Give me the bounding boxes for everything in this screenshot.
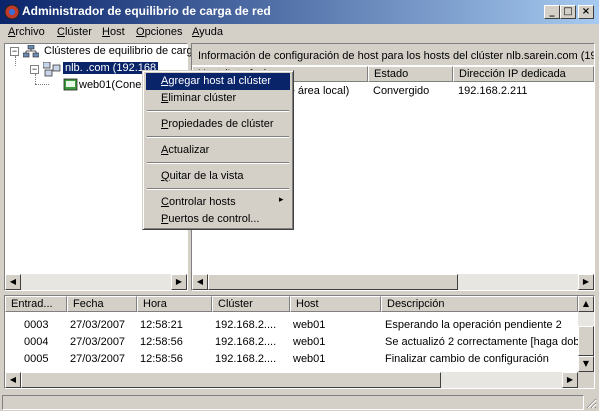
collapse-icon[interactable]: − (10, 47, 19, 56)
scroll-left-icon[interactable]: ◀ (5, 274, 21, 290)
tree-hscrollbar[interactable]: ◀ ▶ (5, 274, 187, 290)
tree-line (35, 84, 49, 85)
log-description: Finalizar cambio de configuración (385, 353, 549, 365)
log-date: 27/03/2007 (70, 336, 126, 348)
menu-item-controlar-hosts[interactable]: Controlar hosts (146, 194, 290, 211)
log-row[interactable]: 0003 27/03/2007 12:58:21 192.168.2.... w… (5, 318, 578, 334)
submenu-arrow-icon: ▸ (279, 195, 284, 205)
menu-separator (147, 162, 289, 164)
log-host: web01 (293, 319, 326, 331)
resize-grip-icon[interactable] (585, 397, 597, 409)
log-time: 12:58:56 (140, 353, 183, 365)
log-host: web01 (293, 336, 326, 348)
column-hora[interactable]: Hora (137, 296, 212, 312)
column-ip-dedicada[interactable]: Dirección IP dedicada (453, 66, 594, 82)
log-entry: 0005 (24, 353, 49, 365)
scroll-left-icon[interactable]: ◀ (5, 372, 21, 388)
log-entry: 0004 (24, 336, 49, 348)
app-icon (4, 4, 20, 20)
scroll-right-icon[interactable]: ▶ (562, 372, 578, 388)
scroll-down-icon[interactable]: ▼ (578, 356, 594, 372)
menu-separator (147, 136, 289, 138)
menu-item-quitar-vista[interactable]: Quitar de la vista (146, 168, 290, 185)
log-row[interactable]: 0004 27/03/2007 12:58:56 192.168.2.... w… (5, 335, 578, 351)
scroll-corner (578, 372, 594, 388)
log-header: Entrad... Fecha Hora Clúster Host Descri… (5, 296, 578, 312)
status-cell (2, 395, 584, 410)
column-fecha[interactable]: Fecha (67, 296, 137, 312)
log-vscrollbar[interactable]: ▲ ▼ (578, 296, 594, 372)
menu-host[interactable]: Host (102, 26, 125, 38)
host-info-title: Información de configuración de host par… (198, 50, 594, 62)
menu-item-puertos-control[interactable]: Puertos de control... (146, 211, 290, 228)
column-cluster[interactable]: Clúster (212, 296, 290, 312)
tree-root-label[interactable]: Clústeres de equilibrio de carga (44, 45, 199, 57)
log-entry: 0003 (24, 319, 49, 331)
menu-bar: Archivo Clúster Host Opciones Ayuda (0, 24, 599, 41)
log-hscrollbar[interactable]: ◀ ▶ (5, 372, 578, 388)
host-hscrollbar[interactable]: ◀ ▶ (192, 274, 594, 290)
log-pane: Entrad... Fecha Hora Clúster Host Descri… (4, 295, 595, 389)
menu-item-agregar-host[interactable]: Agregar host al clúster (146, 73, 290, 90)
row-ip: 192.168.2.211 (458, 85, 528, 97)
log-row[interactable]: 0005 27/03/2007 12:58:56 192.168.2.... w… (5, 352, 578, 368)
menu-separator (147, 188, 289, 190)
column-entrada[interactable]: Entrad... (5, 296, 67, 312)
close-button[interactable]: × (578, 5, 594, 19)
log-cluster: 192.168.2.... (215, 353, 277, 365)
tree-line (35, 74, 36, 84)
tree-line (15, 56, 16, 66)
scroll-left-icon[interactable]: ◀ (192, 274, 208, 290)
log-date: 27/03/2007 (70, 353, 126, 365)
window-title: Administrador de equilibrio de carga de … (22, 4, 271, 18)
scroll-right-icon[interactable]: ▶ (578, 274, 594, 290)
menu-item-eliminar-cluster[interactable]: Eliminar clúster (146, 90, 290, 107)
collapse-icon[interactable]: − (30, 65, 39, 74)
column-estado[interactable]: Estado (368, 66, 453, 82)
maximize-button[interactable]: □ (560, 5, 576, 19)
cluster-icon (43, 62, 61, 77)
menu-item-propiedades[interactable]: Propiedades de clúster (146, 116, 290, 133)
log-date: 27/03/2007 (70, 319, 126, 331)
title-bar[interactable]: Administrador de equilibrio de carga de … (0, 0, 599, 24)
status-bar (0, 393, 599, 411)
menu-ayuda[interactable]: Ayuda (192, 26, 223, 38)
menu-cluster[interactable]: Clúster (57, 26, 92, 38)
scroll-right-icon[interactable]: ▶ (171, 274, 187, 290)
log-cluster: 192.168.2.... (215, 336, 277, 348)
scroll-up-icon[interactable]: ▲ (578, 296, 594, 312)
menu-archivo[interactable]: Archivo (8, 26, 45, 38)
host-icon (63, 78, 78, 91)
log-description: Esperando la operación pendiente 2 (385, 319, 562, 331)
column-descripcion[interactable]: Descripción (381, 296, 578, 312)
log-host: web01 (293, 353, 326, 365)
minimize-button[interactable]: _ (544, 5, 560, 19)
menu-opciones[interactable]: Opciones (136, 26, 182, 38)
menu-separator (147, 110, 289, 112)
log-cluster: 192.168.2.... (215, 319, 277, 331)
log-time: 12:58:56 (140, 336, 183, 348)
log-description: Se actualizó 2 correctamente [haga dob (385, 336, 578, 348)
context-menu: Agregar host al clúster Eliminar clúster… (142, 70, 294, 230)
row-estado: Convergido (373, 85, 430, 97)
menu-item-actualizar[interactable]: Actualizar (146, 142, 290, 159)
column-host[interactable]: Host (290, 296, 381, 312)
log-time: 12:58:21 (140, 319, 183, 331)
cluster-group-icon (23, 45, 39, 58)
